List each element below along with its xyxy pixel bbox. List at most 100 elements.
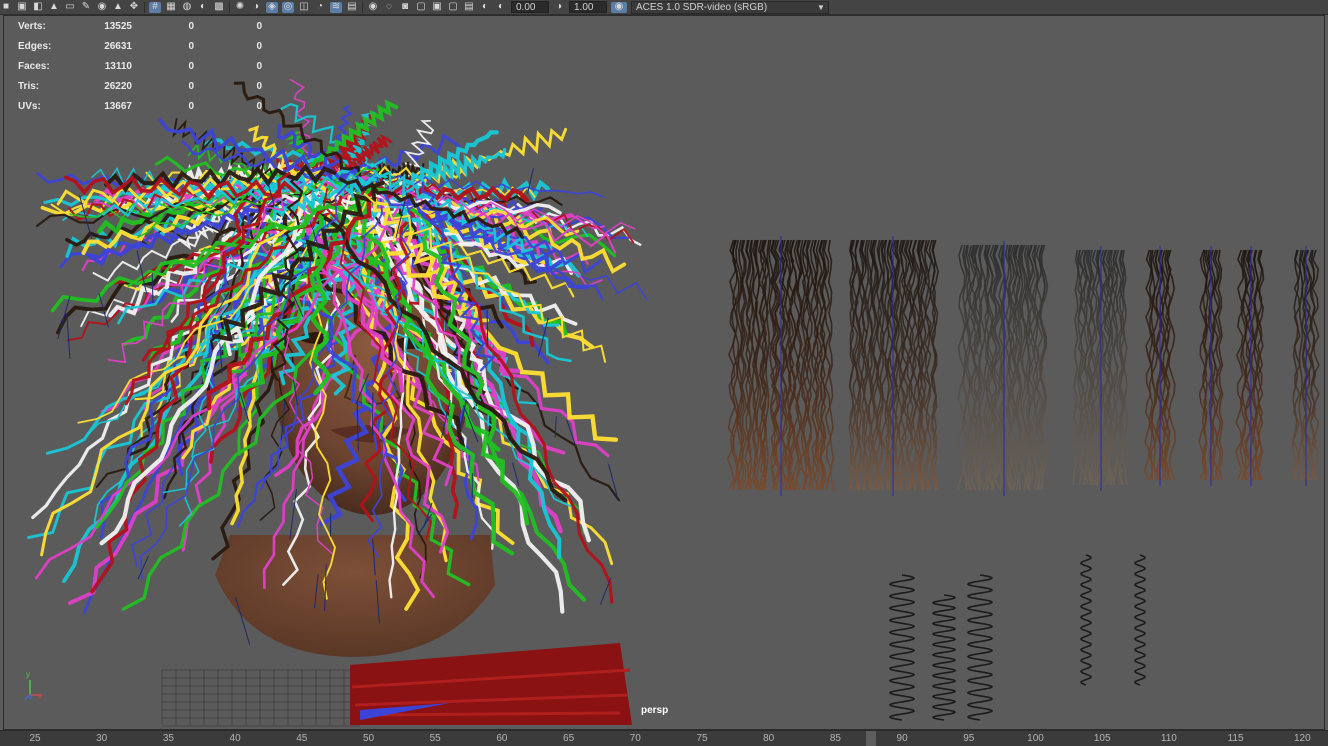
aa-icon[interactable]: ▤ [346,2,358,13]
hud-value: 26220 [80,77,132,97]
timeline-tick: 40 [230,733,241,744]
camera-lock-icon[interactable]: ▣ [16,2,28,13]
xray-joints-icon[interactable]: ◎ [282,2,294,13]
timeline-tick: 50 [363,733,374,744]
xray-icon[interactable]: ◈ [266,2,278,13]
hud-value: 26631 [80,37,132,57]
shadows-icon[interactable]: ◑ [250,2,262,13]
ao-icon[interactable]: ◔ [314,2,326,13]
exposure-icon[interactable]: ◐ [495,2,507,13]
bookmark-2-icon[interactable]: ▲ [112,2,124,13]
hud-selected-value: 0 [132,57,194,77]
spiral-curl-1 [890,575,914,720]
hair-card-3 [958,241,1048,496]
isolate-select-icon[interactable]: ◌ [383,2,395,13]
toolbar-separator [144,2,145,13]
hair-guide [487,310,488,345]
timeline-tick: 70 [630,733,641,744]
exposure-icon[interactable]: ◐ [479,2,491,13]
chevron-down-icon: ▼ [814,1,828,14]
hud-selected-value: 0 [132,37,194,57]
hud-row: Verts:1352500 [18,17,262,37]
viewport-toolbar: ■ ▣ ◧ ▲ ▭ ✎ ◉ ▲ ✥ # ▦ ◍ ◐ ▩ ✺ ◑ ◈ ◎ ◫ ◔ ≋ ▤ ◉ ◌ ◙ ▢ ▣ ▢ ▤ ◐ ◐ 0.00 ◑ 1.00… [0,0,1328,15]
timeline-tick: 65 [563,733,574,744]
hud-selected-value: 0 [132,77,194,97]
grease-pencil-icon[interactable]: ✎ [80,2,92,13]
toolbar-separator [229,2,230,13]
use-lights-icon[interactable]: ✺ [234,2,246,13]
camera-icon[interactable]: ■ [0,2,12,13]
dof-icon[interactable]: ◉ [367,2,379,13]
hud-selected-value: 0 [132,17,194,37]
image-plane-icon[interactable]: ▭ [64,2,76,13]
hair-guide [67,314,70,359]
hair-guide [513,463,519,486]
hud-value: 13110 [80,57,132,77]
camera-attributes-icon[interactable]: ◧ [32,2,44,13]
hair-card-6 [1199,246,1223,486]
scene-render[interactable]: yzx [0,15,1328,730]
hud-row: Faces:1311000 [18,57,262,77]
hud-label: UVs: [18,97,80,117]
timeline-tick: 75 [696,733,707,744]
timeline-tick: 45 [296,733,307,744]
hud-component-value: 0 [194,77,262,97]
timeline-tick: 90 [897,733,908,744]
hair-card-8 [1293,246,1319,486]
gamma-field[interactable]: 1.00 [569,1,607,13]
timeline-tick: 25 [29,733,40,744]
hud-label: Verts: [18,17,80,37]
timeline-tick: 55 [430,733,441,744]
bookmark-icon[interactable]: ▲ [48,2,60,13]
two-d-pan-icon[interactable]: ✥ [128,2,140,13]
axis-x-label: x [38,692,42,701]
hud-row: Edges:2663100 [18,37,262,57]
hair-guide [290,490,297,539]
hud-selected-value: 0 [132,97,194,117]
hud-value: 13667 [80,97,132,117]
xray-active-icon[interactable]: ◙ [399,2,411,13]
ground-grid [162,670,360,726]
hud-label: Faces: [18,57,80,77]
hair-card-1 [728,236,834,496]
camera-label: persp [641,705,668,716]
backface-icon[interactable]: ◫ [298,2,310,13]
hud-row: UVs:1366700 [18,97,262,117]
film-gate-icon[interactable]: ▢ [447,2,459,13]
time-slider[interactable]: 2530354045505560657075808590951001051101… [0,730,1328,746]
hud-label: Edges: [18,37,80,57]
hud-label: Tris: [18,77,80,97]
timeline-tick: 60 [496,733,507,744]
hair-card-4 [1073,246,1128,491]
safe-title-icon[interactable]: ▣ [431,2,443,13]
motion-blur-icon[interactable]: ≋ [330,2,342,13]
smooth-shade-icon[interactable]: ◍ [181,2,193,13]
wireframe-icon[interactable]: ▦ [165,2,177,13]
heads-up-display: Verts:1352500Edges:2663100Faces:1311000T… [18,17,262,117]
timeline-tick: 120 [1294,733,1311,744]
viewport-panel[interactable]: yzx Verts:1352500Edges:2663100Faces:1311… [0,15,1328,730]
colorspace-label: ACES 1.0 SDR-video (sRGB) [632,1,814,14]
textured-icon[interactable]: ▩ [213,2,225,13]
view-transform-icon[interactable]: ◉ [611,2,627,13]
timeline-tick: 35 [163,733,174,744]
hair-card-2 [849,236,938,496]
timeline-tick: 30 [96,733,107,744]
default-material-icon[interactable]: ◐ [197,2,209,13]
field-chart-icon[interactable]: ▤ [463,2,475,13]
isolate-icon[interactable]: ◉ [96,2,108,13]
spiral-curl-5 [1135,555,1145,685]
axis-z-label: z [29,692,33,701]
toolbar-separator [362,2,363,13]
playhead[interactable] [866,731,876,746]
colorspace-dropdown[interactable]: ACES 1.0 SDR-video (sRGB)▼ [631,1,829,14]
grid-icon[interactable]: # [149,2,161,13]
timeline-tick: 80 [763,733,774,744]
hud-row: Tris:2622000 [18,77,262,97]
resolution-gate-icon[interactable]: ▢ [415,2,427,13]
hud-component-value: 0 [194,57,262,77]
timeline-tick: 95 [963,733,974,744]
exposure-field[interactable]: 0.00 [511,1,549,13]
timeline-tick: 115 [1228,733,1244,744]
gamma-icon[interactable]: ◑ [553,2,565,13]
